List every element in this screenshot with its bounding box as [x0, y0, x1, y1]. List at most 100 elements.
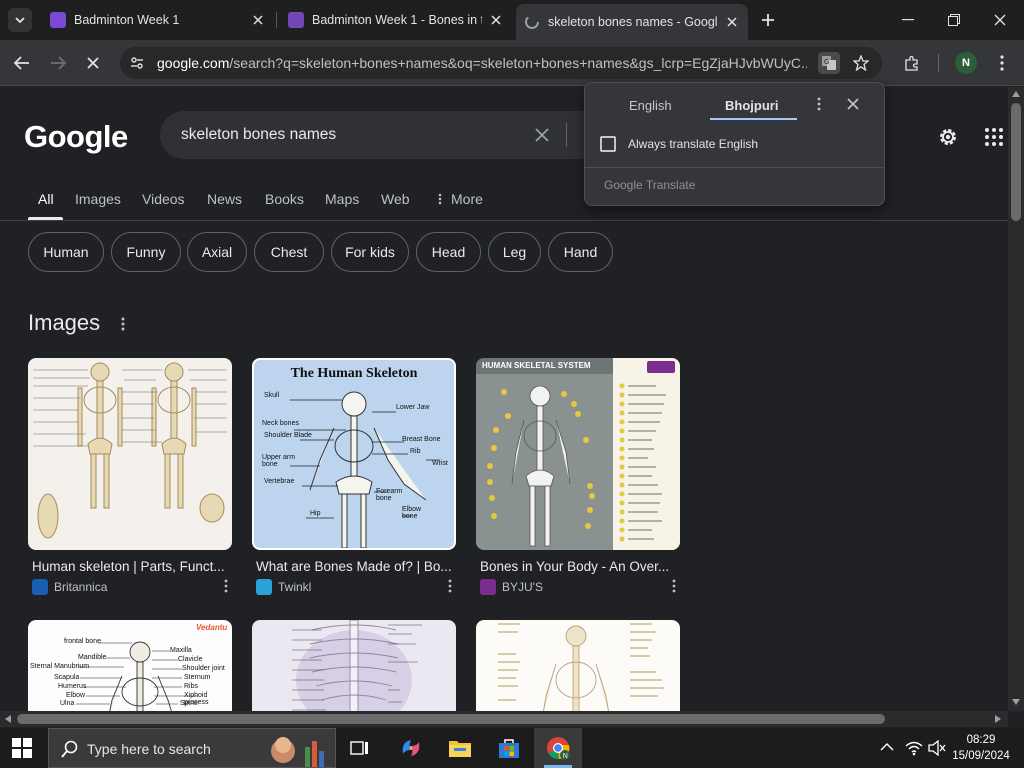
address-bar[interactable]: google.com/search?q=skeleton+bones+names…	[120, 47, 882, 79]
image-result-caption[interactable]: Bones in Your Body - An Over...	[480, 559, 676, 574]
scroll-left-icon[interactable]	[5, 715, 11, 723]
tab-google-search[interactable]: skeleton bones names - Google	[516, 4, 748, 40]
close-window-button[interactable]	[986, 10, 1014, 30]
new-tab-button[interactable]	[758, 10, 778, 30]
taskbar-search-box[interactable]: Type here to search	[48, 728, 336, 768]
image-result-thumbnail[interactable]: HUMAN SKELETAL SYSTEM	[476, 358, 680, 550]
vertical-scrollbar[interactable]	[1008, 87, 1024, 711]
volume-button[interactable]	[928, 740, 946, 756]
translate-options-button[interactable]	[817, 97, 829, 115]
minimize-button[interactable]	[894, 10, 922, 30]
tab-news[interactable]: News	[207, 191, 242, 207]
tab-more[interactable]: More	[451, 191, 483, 207]
horizontal-scroll-thumb[interactable]	[17, 714, 885, 724]
task-view-button[interactable]	[350, 738, 370, 758]
google-logo[interactable]: Google	[24, 119, 128, 155]
horizontal-scrollbar[interactable]	[0, 711, 1008, 727]
tab-badminton-week-1[interactable]: Badminton Week 1	[44, 0, 272, 40]
result-options-button[interactable]	[448, 579, 460, 597]
apps-grid-icon	[985, 128, 1003, 146]
chip-human[interactable]: Human	[28, 232, 104, 272]
site-info-button[interactable]	[128, 54, 146, 72]
chip-for-kids[interactable]: For kids	[331, 232, 409, 272]
diagram-label: Sternal Manubrium	[30, 663, 90, 670]
tab-search-button[interactable]	[8, 8, 32, 32]
chrome-taskbar-button[interactable]: N	[534, 728, 582, 768]
scroll-right-icon[interactable]	[995, 715, 1001, 723]
chip-axial[interactable]: Axial	[187, 232, 247, 272]
translate-page-button[interactable]: G	[818, 52, 840, 74]
image-result-caption[interactable]: What are Bones Made of? | Bo...	[256, 559, 452, 574]
file-explorer-button[interactable]	[448, 737, 472, 759]
chip-funny[interactable]: Funny	[111, 232, 181, 272]
taskbar-clock[interactable]: 08:29 15/09/2024	[950, 732, 1012, 764]
brand-google: Google	[604, 178, 643, 192]
chip-chest[interactable]: Chest	[254, 232, 324, 272]
tab-books[interactable]: Books	[265, 191, 304, 207]
image-result-thumbnail[interactable]	[252, 620, 456, 711]
diagram-label: Maxilla	[170, 647, 192, 654]
vertical-scroll-thumb[interactable]	[1011, 103, 1021, 221]
scroll-down-icon[interactable]	[1012, 699, 1020, 705]
image-result-thumbnail[interactable]	[28, 358, 232, 550]
show-hidden-icons-button[interactable]	[880, 742, 894, 752]
image-result-thumbnail[interactable]: The Human Skeleton Skull Lower Jaw Neck …	[252, 358, 456, 550]
image-result-caption[interactable]: Human skeleton | Parts, Funct...	[32, 559, 228, 574]
image-result-source[interactable]: BYJU'S	[480, 579, 543, 595]
more-tabs-button[interactable]	[438, 193, 442, 205]
diagram-label: Upper arm bone	[262, 454, 296, 468]
translate-lang-from[interactable]: English	[629, 98, 672, 113]
twinkl-icon	[256, 579, 272, 595]
copilot-button[interactable]	[399, 736, 423, 760]
close-tab-icon[interactable]	[488, 12, 504, 28]
chip-leg[interactable]: Leg	[488, 232, 541, 272]
search-input[interactable]: skeleton bones names	[181, 126, 336, 144]
start-button[interactable]	[12, 738, 32, 758]
image-result-source[interactable]: Twinkl	[256, 579, 311, 595]
close-tab-icon[interactable]	[724, 14, 740, 30]
restore-button[interactable]	[940, 10, 968, 30]
diagram-label: Ulna	[60, 700, 75, 707]
chip-hand[interactable]: Hand	[548, 232, 613, 272]
tab-all[interactable]: All	[38, 191, 54, 207]
folder-icon	[449, 741, 471, 757]
extensions-button[interactable]	[899, 50, 925, 76]
image-result-source[interactable]: Britannica	[32, 579, 107, 595]
scroll-up-icon[interactable]	[1012, 91, 1020, 97]
tab-videos[interactable]: Videos	[142, 191, 185, 207]
chip-head[interactable]: Head	[416, 232, 481, 272]
search-box[interactable]: skeleton bones names	[160, 111, 630, 159]
stop-loading-button[interactable]	[80, 50, 106, 76]
image-result-thumbnail[interactable]: Vedantu frontal bone Maxilla Mandible Cl…	[28, 620, 232, 711]
more-vertical-icon	[121, 317, 125, 331]
close-tab-icon[interactable]	[250, 12, 266, 28]
result-options-button[interactable]	[672, 579, 684, 597]
clock-time: 08:29	[966, 734, 996, 746]
result-options-button[interactable]	[224, 579, 236, 597]
clear-search-button[interactable]	[532, 125, 552, 145]
restore-icon	[948, 14, 960, 26]
back-button[interactable]	[9, 50, 35, 76]
close-translate-button[interactable]	[847, 98, 861, 112]
loading-icon	[525, 15, 539, 29]
tab-maps[interactable]: Maps	[325, 191, 359, 207]
images-options-button[interactable]	[121, 317, 133, 335]
taskbar-search-placeholder: Type here to search	[87, 741, 211, 757]
tab-web[interactable]: Web	[381, 191, 410, 207]
forward-button[interactable]	[45, 50, 71, 76]
tab-badminton-bones[interactable]: Badminton Week 1 - Bones in th	[282, 0, 510, 40]
image-result-thumbnail[interactable]	[476, 620, 680, 711]
tune-icon	[131, 57, 143, 69]
translate-lang-to[interactable]: Bhojpuri	[725, 98, 778, 113]
microsoft-store-button[interactable]	[497, 736, 521, 760]
google-apps-button[interactable]	[984, 127, 1004, 147]
profile-avatar[interactable]: N	[955, 52, 977, 74]
images-heading: Images	[28, 310, 101, 335]
network-button[interactable]	[905, 740, 923, 756]
puzzle-icon	[905, 55, 918, 71]
always-translate-checkbox[interactable]	[600, 136, 616, 152]
settings-button[interactable]	[936, 125, 960, 149]
browser-menu-button[interactable]	[989, 50, 1015, 76]
bookmark-button[interactable]	[851, 53, 871, 73]
tab-images[interactable]: Images	[75, 191, 121, 207]
